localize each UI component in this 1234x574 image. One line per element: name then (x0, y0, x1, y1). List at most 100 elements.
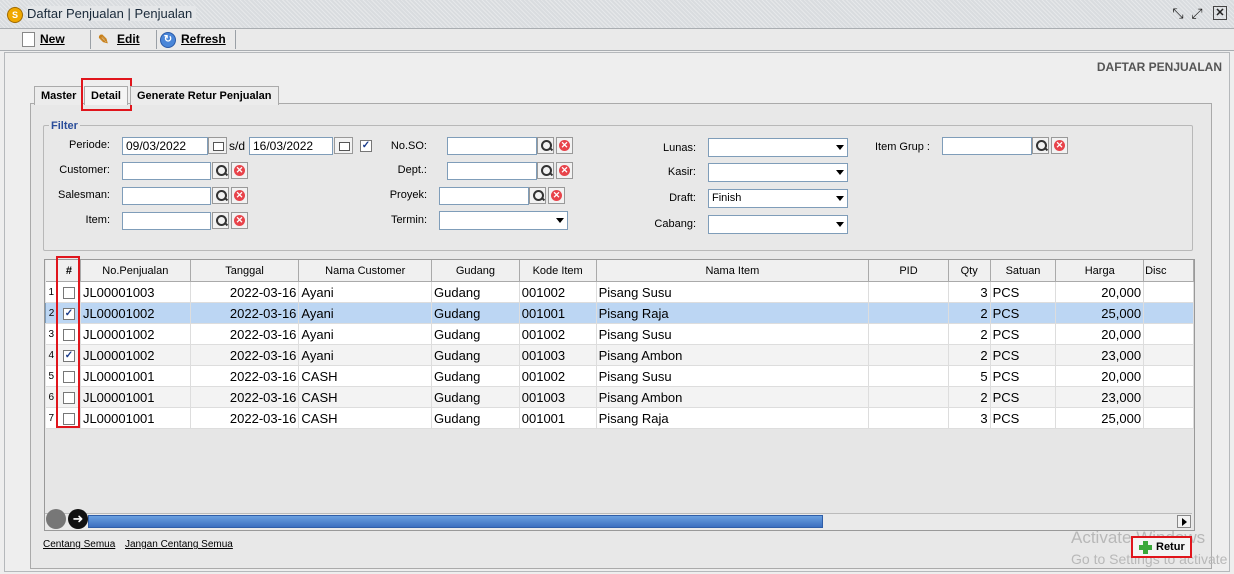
table-row[interactable]: 1 JL00001003 2022-03-16 Ayani Gudang 001002 Pi… (45, 281, 1194, 303)
cell-kode-item: 001003 (519, 344, 597, 366)
cell-kode-item: 001003 (519, 386, 597, 408)
tab-master[interactable]: Master (34, 86, 84, 105)
scrollbar-thumb[interactable] (88, 515, 823, 528)
scroll-right-arrow-icon[interactable] (1177, 515, 1191, 528)
clear-icon[interactable]: ✕ (1051, 137, 1068, 154)
column-header-nama-customer[interactable]: Nama Customer (298, 260, 433, 282)
table-row[interactable]: 7 JL00001001 2022-03-16 CASH Gudang 001001 Pis… (45, 407, 1194, 429)
cell-nama-customer: CASH (298, 407, 433, 429)
cell-satuan: PCS (990, 323, 1057, 345)
edit-button[interactable]: ✎ Edit (92, 30, 157, 49)
chevron-down-icon (836, 196, 844, 201)
cell-nama-item: Pisang Ambon (596, 386, 870, 408)
table-row[interactable]: 6 JL00001001 2022-03-16 CASH Gudang 001003 Pis… (45, 386, 1194, 408)
calendar-icon[interactable] (208, 137, 227, 154)
draft-label: Draft: (669, 192, 696, 204)
clear-icon[interactable]: ✕ (548, 187, 565, 204)
kasir-select[interactable] (708, 163, 848, 182)
search-icon[interactable] (529, 187, 546, 204)
restore-icon[interactable]: ⤡ (1170, 5, 1186, 21)
grid-table: # No.Penjualan Tanggal Nama Customer Gud… (45, 260, 1194, 429)
column-header-disc[interactable]: Disc (1143, 260, 1194, 282)
retur-button[interactable]: Retur (1131, 536, 1192, 558)
cell-disc (1143, 302, 1194, 324)
cell-tanggal: 2022-03-16 (190, 344, 300, 366)
clear-icon[interactable]: ✕ (556, 137, 573, 154)
cell-harga: 20,000 (1055, 365, 1145, 387)
cell-kode-item: 001002 (519, 281, 597, 303)
table-row[interactable]: 3 JL00001002 2022-03-16 Ayani Gudang 001002 Pi… (45, 323, 1194, 345)
salesman-field[interactable] (122, 187, 211, 205)
cell-nama-item: Pisang Raja (596, 407, 870, 429)
new-button[interactable]: New (16, 30, 91, 49)
clear-icon[interactable]: ✕ (231, 212, 248, 229)
highlight-box-detail-tab (81, 78, 132, 111)
itemgrup-field[interactable] (942, 137, 1032, 155)
table-row[interactable]: 5 JL00001001 2022-03-16 CASH Gudang 001002 Pis… (45, 365, 1194, 387)
grid-header-row: # No.Penjualan Tanggal Nama Customer Gud… (45, 260, 1194, 282)
draft-select-value: Finish (712, 192, 742, 204)
refresh-button[interactable]: ↻ Refresh (154, 30, 236, 49)
new-button-label: New (40, 32, 65, 46)
clear-icon[interactable]: ✕ (231, 162, 248, 179)
cell-nama-item: Pisang Susu (596, 365, 870, 387)
table-row[interactable]: 4 ✓ JL00001002 2022-03-16 Ayani Gudang 001003 P… (45, 344, 1194, 366)
clear-icon[interactable]: ✕ (556, 162, 573, 179)
column-header-kode-item[interactable]: Kode Item (519, 260, 597, 282)
termin-label: Termin: (390, 214, 427, 226)
cabang-select[interactable] (708, 215, 848, 234)
sd-label: s/d (229, 139, 246, 153)
column-header-harga[interactable]: Harga (1055, 260, 1145, 282)
proyek-field[interactable] (439, 187, 529, 205)
column-header-qty[interactable]: Qty (948, 260, 991, 282)
add-plus-icon (1139, 540, 1152, 554)
column-header-gudang[interactable]: Gudang (431, 260, 520, 282)
periode-to-field[interactable]: 16/03/2022 (249, 137, 333, 155)
page-title: DAFTAR PENJUALAN (1096, 60, 1222, 74)
noso-field[interactable] (447, 137, 537, 155)
cell-harga: 25,000 (1055, 407, 1145, 429)
column-header-tanggal[interactable]: Tanggal (190, 260, 300, 282)
pencil-icon: ✎ (98, 31, 109, 47)
refresh-icon: ↻ (160, 31, 176, 48)
column-header-satuan[interactable]: Satuan (990, 260, 1057, 282)
cell-nama-item: Pisang Raja (596, 302, 870, 324)
column-header-no-penjualan[interactable]: No.Penjualan (80, 260, 191, 282)
cell-harga: 20,000 (1055, 281, 1145, 303)
lunas-select[interactable] (708, 138, 848, 157)
column-header-pid[interactable]: PID (868, 260, 949, 282)
column-header-nama-item[interactable]: Nama Item (596, 260, 870, 282)
search-icon[interactable] (212, 212, 229, 229)
search-icon[interactable] (1032, 137, 1049, 154)
termin-select[interactable] (439, 211, 568, 230)
search-icon[interactable] (537, 137, 554, 154)
cell-tanggal: 2022-03-16 (190, 302, 300, 324)
cell-pid (868, 407, 949, 429)
customer-field[interactable] (122, 162, 211, 180)
calendar-icon[interactable] (334, 137, 353, 154)
item-field[interactable] (122, 212, 211, 230)
check-all-link[interactable]: Centang Semua (43, 539, 115, 550)
periode-checkbox[interactable]: ✓ (360, 140, 372, 152)
cell-nama-customer: Ayani (298, 302, 433, 324)
draft-select[interactable]: Finish (708, 189, 848, 208)
dept-field[interactable] (447, 162, 537, 180)
close-icon[interactable]: ✕ (1213, 6, 1227, 20)
cell-pid (868, 281, 949, 303)
search-icon[interactable] (537, 162, 554, 179)
periode-from-field[interactable]: 09/03/2022 (122, 137, 208, 155)
search-icon[interactable] (212, 187, 229, 204)
uncheck-all-link[interactable]: Jangan Centang Semua (125, 539, 233, 550)
clear-icon[interactable]: ✕ (231, 187, 248, 204)
tab-generate-retur[interactable]: Generate Retur Penjualan (130, 86, 279, 105)
scroll-left-round-icon[interactable] (46, 509, 66, 529)
search-icon[interactable] (212, 162, 229, 179)
table-row[interactable]: 2 ✓ JL00001002 2022-03-16 Ayani Gudang 001001 P… (45, 302, 1194, 324)
cell-harga: 23,000 (1055, 344, 1145, 366)
item-label: Item: (85, 214, 110, 226)
cell-qty: 3 (948, 407, 991, 429)
maximize-icon[interactable]: ⤢ (1189, 5, 1205, 21)
scroll-right-round-icon[interactable]: ➜ (68, 509, 88, 529)
customer-label: Customer: (59, 164, 110, 176)
cell-nama-customer: Ayani (298, 344, 433, 366)
